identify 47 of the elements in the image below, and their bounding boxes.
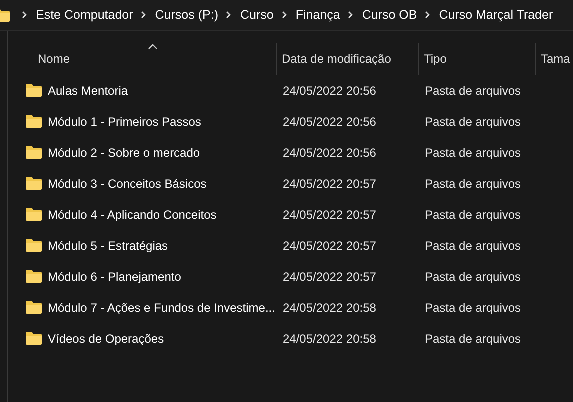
date-cell-text: 24/05/2022 20:56 [282,84,378,98]
breadcrumb-item[interactable]: Curso Marçal Trader [439,8,554,22]
file-name[interactable]: Aulas Mentoria [48,84,128,98]
folder-icon [26,208,42,221]
breadcrumb-item[interactable]: Finança [296,8,340,22]
breadcrumb-item[interactable]: Cursos (P:) [155,8,218,22]
date-cell-text: 24/05/2022 20:56 [282,114,378,128]
column-header[interactable]: Data de modificação [276,43,418,75]
folder-icon [26,146,42,159]
type-cell-text: Pasta de arquivos [424,176,522,190]
file-name[interactable]: Vídeos de Operações [48,332,164,346]
column-header[interactable]: Tama [535,43,571,75]
file-name[interactable]: Módulo 6 - Planejamento [48,270,182,284]
date-cell-text: 24/05/2022 20:57 [282,270,378,284]
column-header[interactable]: Tipo [418,43,535,75]
type-cell-text: Pasta de arquivos [424,114,522,128]
date-cell-text: 24/05/2022 20:57 [282,176,378,190]
file-name[interactable]: Módulo 2 - Sobre o mercado [48,146,200,160]
type-cell-text: Pasta de arquivos [424,208,522,222]
folder-icon [26,301,42,314]
folder-icon [26,239,42,252]
date-cell-text: 24/05/2022 20:58 [282,300,378,314]
folder-icon [26,270,42,283]
sort-caret-icon [148,44,158,50]
type-cell-text: Pasta de arquivos [424,270,522,284]
column-header[interactable]: Nome [8,43,276,75]
date-cell-text: 24/05/2022 20:56 [282,146,378,160]
file-name[interactable]: Módulo 5 - Estratégias [48,238,168,252]
date-cell-text: 24/05/2022 20:57 [282,238,378,252]
file-name[interactable]: Módulo 3 - Conceitos Básicos [48,176,207,190]
file-name[interactable]: Módulo 7 - Ações e Fundos de Investime... [48,300,276,314]
type-cell-text: Pasta de arquivos [424,146,522,160]
folder-icon [26,177,42,190]
date-cell-text: 24/05/2022 20:58 [282,332,378,346]
type-cell-text: Pasta de arquivos [424,238,522,252]
folder-icon [26,332,42,345]
folder-icon [26,115,42,128]
type-cell-text: Pasta de arquivos [424,84,522,98]
file-name[interactable]: Módulo 4 - Aplicando Conceitos [48,208,217,222]
breadcrumb-item[interactable]: Este Computador [36,8,134,22]
type-cell-text: Pasta de arquivos [424,300,522,314]
type-cell-text: Pasta de arquivos [424,332,522,346]
folder-icon [26,84,42,97]
file-name[interactable]: Módulo 1 - Primeiros Passos [48,114,202,128]
breadcrumb-item[interactable]: Curso OB [362,8,418,22]
breadcrumb-item[interactable]: Curso [240,8,274,22]
date-cell-text: 24/05/2022 20:57 [282,208,378,222]
